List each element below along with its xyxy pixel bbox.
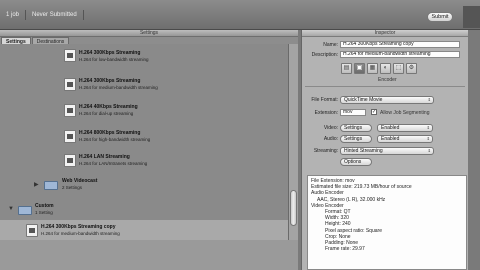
divider [305, 86, 465, 87]
setting-title: H.264 300Kbps Streaming copy [41, 224, 116, 230]
summary-line: Frame rate: 29.97 [325, 246, 365, 253]
setting-title: H.264 800Kbps Streaming [79, 130, 141, 136]
extension-label: Extension: [314, 110, 338, 116]
scrollbar-thumb[interactable] [290, 190, 297, 226]
job-count: 1 job [6, 12, 20, 18]
summary-tab-icon[interactable]: ▤ [341, 63, 352, 74]
popup-arrows-icon: ⇕ [426, 136, 430, 141]
file-format-value: QuickTime Movie [344, 97, 383, 103]
actions-tab-icon[interactable]: ⚙ [406, 63, 417, 74]
setting-doc-icon [64, 130, 76, 143]
video-settings-button[interactable]: Settings [340, 124, 372, 132]
disclosure-triangle-icon[interactable]: ▶ [34, 181, 39, 188]
popup-arrows-icon: ⇕ [427, 97, 431, 102]
name-label: Name: [323, 42, 338, 48]
encoder-section-label: Encoder [378, 77, 397, 83]
settings-list: H.264 300Kbps Streaming H.264 for low-ba… [0, 44, 288, 240]
setting-doc-icon [26, 224, 38, 237]
streaming-value: Hinted Streaming [344, 148, 383, 154]
settings-scrollbar[interactable] [288, 44, 298, 240]
audio-label: Audio: [323, 136, 338, 142]
folder-icon [44, 181, 58, 190]
video-enabled-popup[interactable]: Enabled ⇕ [377, 124, 433, 132]
settings-panel-title: Settings [0, 30, 298, 37]
inspector-tabs: ▤ ▣ ▦ ◐ ⬚ ⚙ [341, 63, 437, 74]
audio-settings-button[interactable]: Settings [340, 135, 372, 143]
audio-enabled-popup[interactable]: Enabled ⇕ [377, 135, 433, 143]
audio-enabled-value: Enabled [381, 136, 400, 142]
popup-arrows-icon: ⇕ [427, 148, 431, 153]
allow-segmenting-checkbox[interactable]: ✓ [371, 109, 377, 115]
setting-subtitle: H.264 for LAN/Intranets streaming [79, 161, 148, 166]
group-title: Web Videocast [62, 178, 98, 184]
filters-tab-icon[interactable]: ◐ [380, 63, 391, 74]
streaming-label: Streaming: [313, 148, 338, 154]
list-item[interactable]: H.264 LAN Streaming H.264 for LAN/Intran… [0, 148, 288, 172]
group-title: Custom [35, 203, 54, 209]
popup-arrows-icon: ⇕ [426, 125, 430, 130]
setting-subtitle: H.264 for medium-bandwidth streaming [79, 85, 158, 90]
setting-doc-icon [64, 49, 76, 62]
file-format-label: File Format: [311, 97, 338, 103]
window-edge [468, 30, 480, 270]
setting-title: H.264 LAN Streaming [79, 154, 130, 160]
setting-doc-icon [64, 154, 76, 167]
file-format-popup[interactable]: QuickTime Movie ⇕ [340, 96, 434, 104]
streaming-popup[interactable]: Hinted Streaming ⇕ [340, 147, 434, 155]
setting-title: H.264 40Kbps Streaming [79, 104, 138, 110]
window-edge [463, 6, 480, 28]
divider [82, 10, 84, 20]
list-item[interactable]: H.264 40Kbps Streaming H.264 for dial-up… [0, 98, 288, 122]
allow-segmenting-label: Allow Job Segmenting [380, 110, 430, 116]
setting-doc-icon [64, 78, 76, 91]
group-item[interactable]: ▶ Web Videocast 2 Settings [0, 174, 288, 198]
video-enabled-value: Enabled [381, 125, 400, 131]
setting-subtitle: H.264 for high-bandwidth streaming [79, 137, 151, 142]
batch-info: 1 job Never Submitted [0, 9, 84, 21]
inspector-title: Inspector [302, 30, 468, 37]
list-item[interactable]: H.264 300Kbps Streaming H.264 for low-ba… [0, 44, 288, 68]
batch-bar: 1 job Never Submitted Submit [0, 0, 480, 30]
geometry-tab-icon[interactable]: ⬚ [393, 63, 404, 74]
setting-title: H.264 300Kbps Streaming [79, 78, 141, 84]
name-field[interactable]: H.264 300Kbps Streaming copy [340, 41, 460, 48]
compressor-window: 1 job Never Submitted Submit Settings Se… [0, 0, 480, 270]
batch-status: Never Submitted [32, 12, 77, 18]
frame-controls-tab-icon[interactable]: ▦ [367, 63, 378, 74]
description-label: Description: [311, 52, 338, 58]
setting-subtitle: H.264 for medium-bandwidth streaming [41, 231, 120, 236]
extension-field[interactable]: mov [340, 109, 366, 116]
options-button[interactable]: Options [340, 158, 372, 166]
list-item[interactable]: H.264 300Kbps Streaming H.264 for medium… [0, 72, 288, 96]
encoder-tab-icon[interactable]: ▣ [354, 63, 365, 74]
settings-summary: File Extension: mov Estimated file size:… [307, 175, 467, 270]
group-item[interactable]: ▼ Custom 1 Setting [0, 198, 288, 222]
setting-subtitle: H.264 for dial-up streaming [79, 111, 134, 116]
description-field[interactable]: H.264 for medium-bandwidth streaming [340, 51, 460, 58]
group-subtitle: 2 Settings [62, 185, 83, 190]
setting-doc-icon [64, 104, 76, 117]
video-label: Video: [323, 125, 338, 131]
folder-icon [18, 206, 32, 215]
disclosure-triangle-icon[interactable]: ▼ [8, 206, 14, 212]
list-item[interactable]: H.264 800Kbps Streaming H.264 for high-b… [0, 124, 288, 148]
group-subtitle: 1 Setting [35, 210, 53, 215]
submit-button[interactable]: Submit [427, 12, 453, 22]
setting-subtitle: H.264 for low-bandwidth streaming [79, 57, 149, 62]
selected-list-item[interactable]: H.264 300Kbps Streaming copy H.264 for m… [0, 220, 288, 240]
setting-title: H.264 300Kbps Streaming [79, 50, 141, 56]
